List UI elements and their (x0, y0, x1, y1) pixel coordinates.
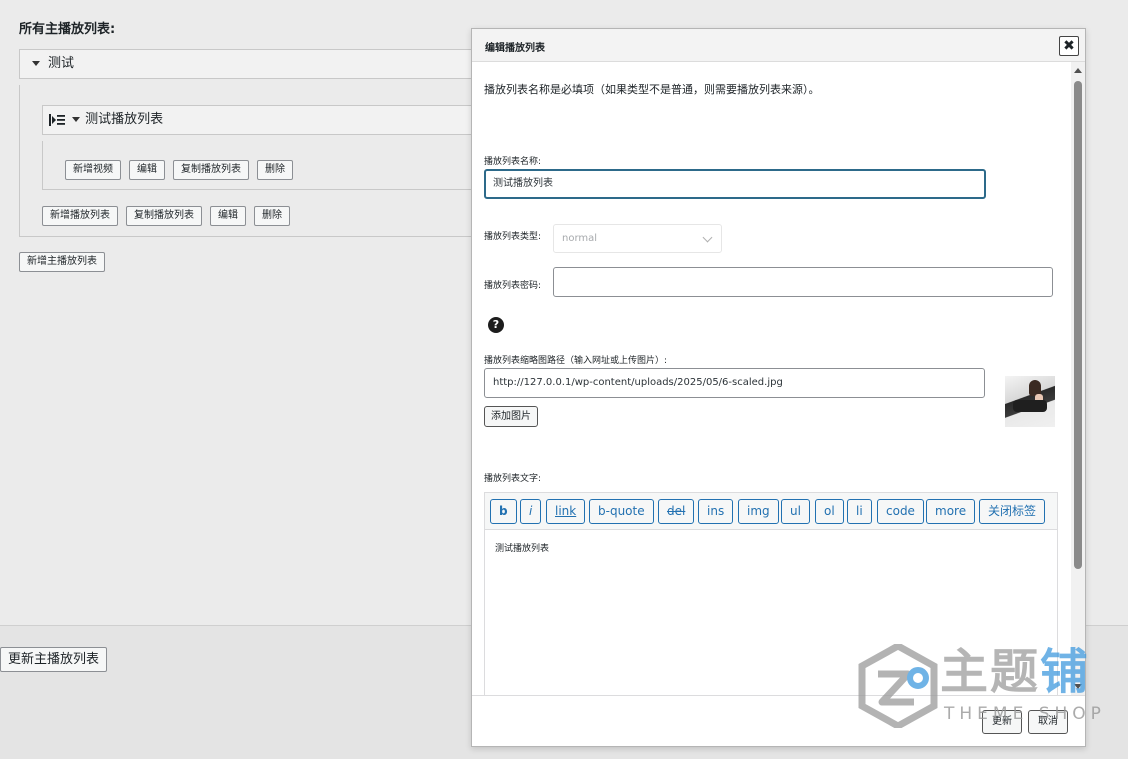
dialog-scrollbar[interactable] (1071, 62, 1085, 695)
toolbar-italic-button[interactable]: i (520, 499, 542, 524)
playlist-icon (49, 113, 65, 126)
cancel-button[interactable]: 取消 (1028, 710, 1068, 734)
toolbar-ol-button[interactable]: ol (815, 499, 844, 524)
playlist-type-value: normal (562, 233, 598, 244)
page-title: 所有主播放列表: (19, 22, 116, 37)
toolbar-ul-button[interactable]: ul (781, 499, 810, 524)
add-video-button[interactable]: 新增视频 (65, 160, 121, 180)
playlist-type-label: 播放列表类型: (484, 232, 542, 242)
playlist-name-label: 播放列表名称: (484, 157, 542, 167)
dialog-footer: 更新 取消 (472, 695, 1085, 746)
playlist-dropdown-triangle-icon[interactable] (72, 117, 81, 122)
delete-master-playlist-button[interactable]: 删除 (254, 206, 290, 226)
toolbar-code-button[interactable]: code (877, 499, 924, 524)
add-master-playlist-button[interactable]: 新增主播放列表 (19, 252, 105, 272)
playlist-header[interactable]: 测试播放列表 (42, 105, 482, 135)
update-master-playlist-button[interactable]: 更新主播放列表 (0, 647, 108, 672)
update-button[interactable]: 更新 (982, 710, 1022, 734)
scroll-down-arrow-icon[interactable] (1074, 684, 1082, 689)
toolbar-close-tags-button[interactable]: 关闭标签 (979, 499, 1046, 524)
required-notice: 播放列表名称是必填项（如果类型不是普通，则需要播放列表来源）。 (484, 83, 820, 96)
add-image-button[interactable]: 添加图片 (484, 406, 538, 427)
chevron-down-icon (702, 232, 713, 243)
playlist-name: 测试播放列表 (85, 112, 164, 127)
toolbar-img-button[interactable]: img (738, 499, 779, 524)
edit-master-playlist-button[interactable]: 编辑 (210, 206, 246, 226)
dialog-title: 编辑播放列表 (485, 43, 545, 54)
delete-playlist-button[interactable]: 删除 (257, 160, 293, 180)
toolbar-ins-button[interactable]: ins (698, 499, 734, 524)
editor-toolbar: b i link b-quote del ins img ul ol li co… (485, 493, 1057, 530)
playlist-name-input[interactable]: 测试播放列表 (484, 169, 986, 199)
scroll-up-arrow-icon[interactable] (1074, 68, 1082, 73)
dialog-header: 编辑播放列表 ✖ (472, 29, 1085, 62)
help-icon[interactable]: ? (488, 317, 504, 333)
add-playlist-button[interactable]: 新增播放列表 (42, 206, 118, 226)
toolbar-li-button[interactable]: li (847, 499, 872, 524)
playlist-text-editor[interactable]: b i link b-quote del ins img ul ol li co… (484, 492, 1058, 695)
master-playlist-name: 测试 (48, 56, 75, 71)
thumbnail-preview-image (1005, 376, 1055, 427)
toolbar-blockquote-button[interactable]: b-quote (589, 499, 654, 524)
toolbar-bold-button[interactable]: b (490, 499, 517, 524)
close-icon[interactable]: ✖ (1059, 36, 1079, 56)
dialog-body: 播放列表名称是必填项（如果类型不是普通，则需要播放列表来源）。 播放列表名称: … (472, 62, 1085, 695)
toolbar-more-button[interactable]: more (926, 499, 976, 524)
scrollbar-thumb[interactable] (1074, 81, 1082, 569)
toolbar-del-button[interactable]: del (658, 499, 695, 524)
edit-playlist-dialog: 编辑播放列表 ✖ 播放列表名称是必填项（如果类型不是普通，则需要播放列表来源）。… (471, 28, 1086, 747)
collapse-triangle-icon[interactable] (32, 61, 40, 66)
edit-playlist-button[interactable]: 编辑 (129, 160, 165, 180)
copy-master-playlist-button[interactable]: 复制播放列表 (126, 206, 202, 226)
playlist-text-label: 播放列表文字: (484, 474, 542, 484)
playlist-password-label: 播放列表密码: (484, 281, 542, 291)
thumbnail-path-label: 播放列表缩略图路径（输入网址或上传图片）: (484, 356, 668, 366)
master-playlist-header[interactable]: 测试 (19, 49, 489, 79)
toolbar-link-button[interactable]: link (546, 499, 586, 524)
playlist-password-input[interactable] (553, 267, 1053, 297)
editor-content[interactable]: 测试播放列表 (495, 541, 549, 554)
thumbnail-path-input[interactable]: http://127.0.0.1/wp-content/uploads/2025… (484, 368, 985, 398)
copy-playlist-button[interactable]: 复制播放列表 (173, 160, 249, 180)
playlist-type-select[interactable]: normal (553, 224, 722, 253)
